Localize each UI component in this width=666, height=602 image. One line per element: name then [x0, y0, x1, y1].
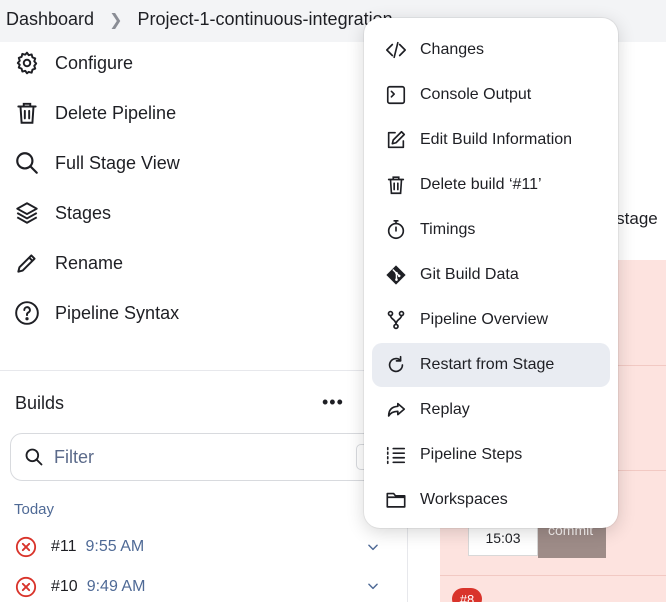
menu-item-label: Changes: [420, 41, 485, 58]
branch-icon: [387, 310, 405, 330]
chevron-right-icon: ❯: [109, 11, 123, 29]
sidebar-item-label: Configure: [55, 52, 134, 73]
chevron-down-icon[interactable]: [366, 540, 380, 554]
build-context-menu: Changes Console Output Edit Build Inform…: [364, 18, 618, 528]
gear-icon: [16, 51, 38, 75]
menu-item-label: Edit Build Information: [420, 131, 573, 148]
sidebar-item-label: Rename: [55, 252, 124, 273]
menu-item-label: Restart from Stage: [420, 356, 555, 373]
menu-item-pipeline-steps[interactable]: Pipeline Steps: [372, 433, 610, 477]
stopwatch-icon: [387, 220, 405, 240]
edit-icon: [387, 130, 406, 149]
menu-item-console-output[interactable]: Console Output: [372, 73, 610, 117]
sidebar-item-pipeline-syntax[interactable]: Pipeline Syntax: [14, 298, 179, 328]
chevron-down-icon[interactable]: [366, 579, 380, 593]
builds-title: Builds: [15, 393, 65, 413]
failed-status-icon: [15, 576, 37, 598]
sidebar-item-rename[interactable]: Rename: [14, 248, 123, 278]
git-icon: [386, 265, 406, 285]
sidebar-item-full-stage-view[interactable]: Full Stage View: [14, 148, 180, 178]
terminal-icon: [386, 85, 406, 105]
search-icon: [25, 448, 43, 466]
sidebar-item-configure[interactable]: Configure: [14, 48, 133, 78]
menu-item-label: Console Output: [420, 86, 532, 103]
sidebar-item-label: Delete Pipeline: [55, 102, 177, 123]
search-icon: [16, 152, 38, 174]
trash-icon: [387, 176, 405, 195]
build-number[interactable]: #10: [51, 578, 78, 596]
build-time: 9:49 AM: [86, 578, 146, 595]
code-icon: [386, 41, 406, 59]
menu-item-label: Replay: [420, 401, 470, 418]
menu-item-label: Workspaces: [420, 491, 508, 508]
more-options-button[interactable]: •••: [322, 393, 344, 411]
builds-panel: Builds ••• Today #11 9:55 AM #10 9:49 AM: [0, 370, 408, 602]
filter-input[interactable]: [54, 446, 344, 468]
sidebar-item-label: Full Stage View: [55, 152, 180, 173]
menu-item-changes[interactable]: Changes: [372, 28, 610, 72]
build-row[interactable]: #10 9:49 AM: [15, 575, 145, 599]
sidebar-item-label: Pipeline Syntax: [55, 302, 180, 323]
build-row[interactable]: #11 9:55 AM: [15, 535, 144, 559]
sidebar-item-label: Stages: [55, 202, 112, 223]
breadcrumb-dashboard[interactable]: Dashboard: [6, 9, 94, 30]
menu-item-label: Git Build Data: [420, 266, 519, 283]
folder-icon: [386, 492, 406, 508]
menu-item-label: Timings: [420, 221, 476, 238]
layers-icon: [16, 202, 38, 224]
trash-icon: [17, 102, 37, 124]
menu-item-label: Delete build ‘#11’: [420, 176, 542, 193]
list-icon: [386, 446, 406, 465]
build-number[interactable]: #11: [51, 538, 77, 556]
stage-row-divider: [440, 575, 666, 576]
sidebar-item-stages[interactable]: Stages: [14, 198, 111, 228]
builds-group-today: Today: [14, 501, 55, 518]
menu-item-replay[interactable]: Replay: [372, 388, 610, 432]
build-badge[interactable]: #8: [452, 588, 482, 602]
pencil-icon: [17, 254, 36, 273]
build-time: 9:55 AM: [85, 538, 145, 555]
filter-field: [10, 433, 390, 481]
breadcrumb-project[interactable]: Project-1-continuous-integration: [137, 9, 392, 30]
help-circle-icon: [15, 301, 39, 325]
breadcrumb: Dashboard ❯ Project-1-continuous-integra…: [6, 9, 393, 30]
menu-item-pipeline-overview[interactable]: Pipeline Overview: [372, 298, 610, 342]
menu-item-label: Pipeline Steps: [420, 446, 523, 463]
failed-status-icon: [15, 536, 37, 558]
restart-icon: [388, 355, 404, 373]
menu-item-workspaces[interactable]: Workspaces: [372, 478, 610, 522]
menu-item-label: Pipeline Overview: [420, 311, 549, 328]
menu-item-edit-build-information[interactable]: Edit Build Information: [372, 118, 610, 162]
menu-item-restart-from-stage[interactable]: Restart from Stage: [372, 343, 610, 387]
sidebar-item-delete-pipeline[interactable]: Delete Pipeline: [14, 98, 176, 128]
menu-item-timings[interactable]: Timings: [372, 208, 610, 252]
menu-item-git-build-data[interactable]: Git Build Data: [372, 253, 610, 297]
menu-item-delete-build[interactable]: Delete build ‘#11’: [372, 163, 610, 207]
replay-icon: [387, 402, 406, 417]
